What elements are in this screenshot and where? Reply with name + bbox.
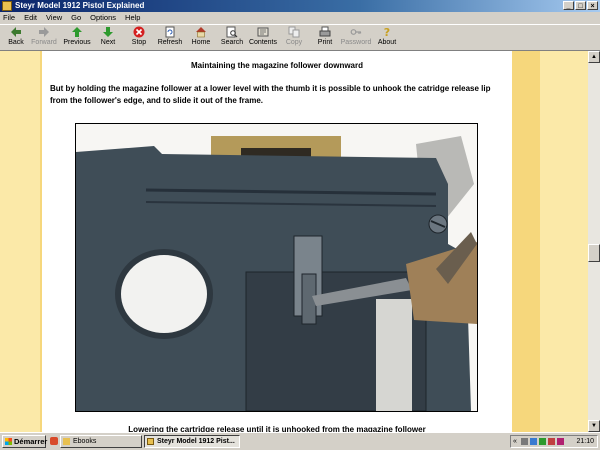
menu-go[interactable]: Go bbox=[71, 13, 81, 22]
page-heading: Maintaining the magazine follower downwa… bbox=[190, 61, 363, 70]
menu-edit[interactable]: Edit bbox=[24, 13, 37, 22]
window-title: Steyr Model 1912 Pistol Explained bbox=[15, 1, 145, 10]
menu-help[interactable]: Help bbox=[125, 13, 140, 22]
tray-network-icon[interactable] bbox=[530, 438, 537, 445]
menu-view[interactable]: View bbox=[46, 13, 62, 22]
key-icon bbox=[350, 29, 362, 35]
menu-options[interactable]: Options bbox=[90, 13, 116, 22]
pistol-photo bbox=[75, 123, 478, 412]
clock: 21:10 bbox=[576, 438, 594, 445]
app-icon bbox=[2, 1, 12, 11]
search-icon bbox=[226, 26, 238, 38]
password-button[interactable]: Password bbox=[340, 26, 372, 50]
stop-icon bbox=[133, 26, 145, 38]
about-button[interactable]: ? About bbox=[371, 26, 403, 50]
tray-antivirus-icon[interactable] bbox=[548, 438, 555, 445]
title-bar: Steyr Model 1912 Pistol Explained _ □ × bbox=[0, 0, 600, 12]
close-button[interactable]: × bbox=[587, 1, 598, 10]
stop-button[interactable]: Stop bbox=[123, 26, 155, 50]
left-margin-band bbox=[0, 51, 40, 432]
right-margin-strip bbox=[512, 51, 540, 432]
refresh-icon bbox=[165, 26, 175, 38]
down-arrow-icon bbox=[103, 27, 113, 37]
previous-button[interactable]: Previous bbox=[61, 26, 93, 50]
system-tray: « 21:10 bbox=[510, 435, 598, 448]
quick-launch-icon[interactable] bbox=[50, 437, 58, 445]
contents-button[interactable]: Contents bbox=[247, 26, 279, 50]
book-icon bbox=[147, 438, 154, 445]
about-icon: ? bbox=[384, 26, 390, 38]
print-icon bbox=[319, 26, 331, 37]
search-button[interactable]: Search bbox=[216, 26, 248, 50]
left-margin-strip bbox=[40, 51, 42, 432]
up-arrow-icon bbox=[72, 27, 82, 37]
minimize-button[interactable]: _ bbox=[563, 1, 574, 10]
back-arrow-icon bbox=[11, 27, 21, 37]
pistol-illustration bbox=[76, 124, 477, 411]
maximize-button[interactable]: □ bbox=[575, 1, 586, 10]
tray-security-icon[interactable] bbox=[539, 438, 546, 445]
content-area: Maintaining the magazine follower downwa… bbox=[0, 51, 600, 434]
svg-text:?: ? bbox=[384, 26, 390, 38]
copy-icon bbox=[288, 26, 300, 38]
print-button[interactable]: Print bbox=[309, 26, 341, 50]
vertical-scrollbar[interactable]: ▲ ▼ bbox=[588, 51, 600, 432]
home-button[interactable]: Home bbox=[185, 26, 217, 50]
toolbar: Back Forward Previous Next Stop Refresh … bbox=[0, 24, 600, 51]
task-steyr[interactable]: Steyr Model 1912 Pist... bbox=[144, 435, 240, 448]
refresh-button[interactable]: Refresh bbox=[154, 26, 186, 50]
folder-icon bbox=[63, 438, 70, 445]
start-button[interactable]: Démarrer bbox=[2, 435, 47, 448]
scroll-down-button[interactable]: ▼ bbox=[588, 420, 600, 432]
copy-button[interactable]: Copy bbox=[278, 26, 310, 50]
tray-monitor-icon[interactable] bbox=[521, 438, 528, 445]
task-ebooks[interactable]: Ebooks bbox=[60, 435, 142, 448]
menu-file[interactable]: File bbox=[3, 13, 15, 22]
scroll-up-button[interactable]: ▲ bbox=[588, 51, 600, 63]
taskbar: Démarrer Ebooks Steyr Model 1912 Pist...… bbox=[0, 432, 600, 450]
tray-expand[interactable]: « bbox=[513, 436, 517, 447]
tray-app-icon[interactable] bbox=[557, 438, 564, 445]
well-opening bbox=[376, 299, 412, 411]
scroll-thumb[interactable] bbox=[588, 244, 600, 262]
forward-arrow-icon bbox=[39, 27, 49, 37]
forward-button[interactable]: Forward bbox=[28, 26, 60, 50]
windows-logo-icon bbox=[5, 438, 12, 445]
menu-bar: File Edit View Go Options Help bbox=[0, 12, 600, 23]
page-paragraph: But by holding the magazine follower at … bbox=[50, 84, 491, 105]
trigger-guard bbox=[115, 249, 213, 339]
next-button[interactable]: Next bbox=[92, 26, 124, 50]
home-icon bbox=[196, 27, 206, 38]
contents-icon bbox=[257, 27, 269, 37]
